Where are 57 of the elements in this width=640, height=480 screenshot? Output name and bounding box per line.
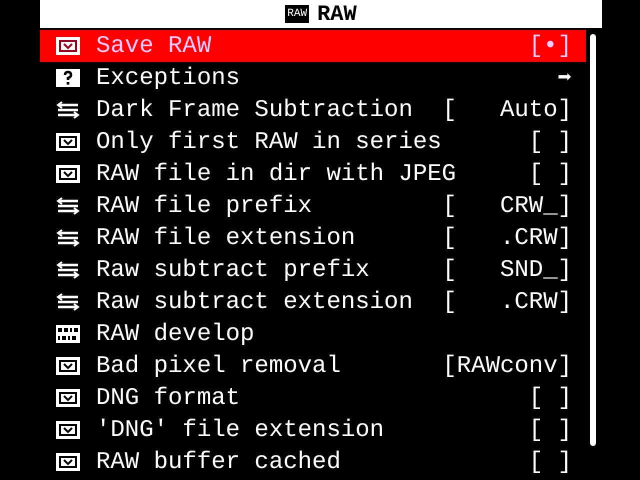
menu-item[interactable]: Dark Frame Subtraction [ Auto] — [40, 94, 586, 126]
menu-item[interactable]: RAW file in dir with JPEG [ ] — [40, 158, 586, 190]
item-label: RAW file extension — [96, 224, 356, 252]
arrows-icon — [56, 261, 80, 279]
arrows-icon — [56, 229, 80, 247]
checkbox-icon — [56, 165, 80, 183]
item-label: Bad pixel removal — [96, 352, 342, 380]
item-label: DNG format — [96, 384, 242, 412]
item-value: [ ] — [528, 384, 572, 412]
menu-item[interactable]: RAW buffer cached [ ] — [40, 446, 586, 478]
menu-item[interactable]: RAW develop — [40, 318, 586, 350]
menu-item[interactable]: 'DNG' file extension [ ] — [40, 414, 586, 446]
arrows-icon — [56, 197, 80, 215]
item-value: [RAWconv] — [442, 352, 572, 380]
item-label: RAW develop — [96, 320, 256, 348]
raw-badge: RAW — [285, 5, 310, 23]
help-icon — [56, 69, 80, 87]
item-value: [ .CRW] — [442, 224, 572, 252]
menu-item[interactable]: Raw subtract extension [ .CRW] — [40, 286, 586, 318]
item-value: [ SND_] — [442, 256, 572, 284]
menu-item[interactable]: Bad pixel removal [RAWconv] — [40, 350, 586, 382]
item-label: RAW file prefix — [96, 192, 314, 220]
item-label: 'DNG' file extension — [96, 416, 386, 444]
checkbox-icon — [56, 421, 80, 439]
checkbox-icon — [56, 37, 80, 55]
menu-item[interactable]: DNG format [ ] — [40, 382, 586, 414]
item-value: [•] — [528, 32, 572, 60]
item-value: ➡ — [558, 65, 572, 93]
menu-title: RAW — [317, 2, 357, 26]
item-value: [ ] — [528, 416, 572, 444]
menu-item[interactable]: Only first RAW in series [ ] — [40, 126, 586, 158]
item-value: [ ] — [528, 160, 572, 188]
item-label: Exceptions — [96, 64, 242, 92]
item-value: [ ] — [528, 448, 572, 476]
arrows-icon — [56, 101, 80, 119]
item-label: Dark Frame Subtraction — [96, 96, 414, 124]
item-value: [ ] — [528, 128, 572, 156]
checkbox-icon — [56, 357, 80, 375]
item-value: [ CRW_] — [442, 192, 572, 220]
item-value: [ Auto] — [442, 96, 572, 124]
item-label: RAW file in dir with JPEG — [96, 160, 458, 188]
item-label: Only first RAW in series — [96, 128, 443, 156]
menu-item[interactable]: Exceptions ➡ — [40, 62, 586, 94]
arrows-icon — [56, 293, 80, 311]
menu-item[interactable]: Raw subtract prefix [ SND_] — [40, 254, 586, 286]
item-label: Raw subtract extension — [96, 288, 414, 316]
menu-item[interactable]: RAW file extension [ .CRW] — [40, 222, 586, 254]
checkbox-icon — [56, 453, 80, 471]
grid-icon — [56, 325, 80, 343]
menu-item[interactable]: RAW file prefix [ CRW_] — [40, 190, 586, 222]
checkbox-icon — [56, 133, 80, 151]
item-label: Raw subtract prefix — [96, 256, 371, 284]
item-label: RAW buffer cached — [96, 448, 342, 476]
item-value: [ .CRW] — [442, 288, 572, 316]
item-label: Save RAW — [96, 32, 212, 60]
scrollbar[interactable] — [590, 34, 596, 446]
checkbox-icon — [56, 389, 80, 407]
